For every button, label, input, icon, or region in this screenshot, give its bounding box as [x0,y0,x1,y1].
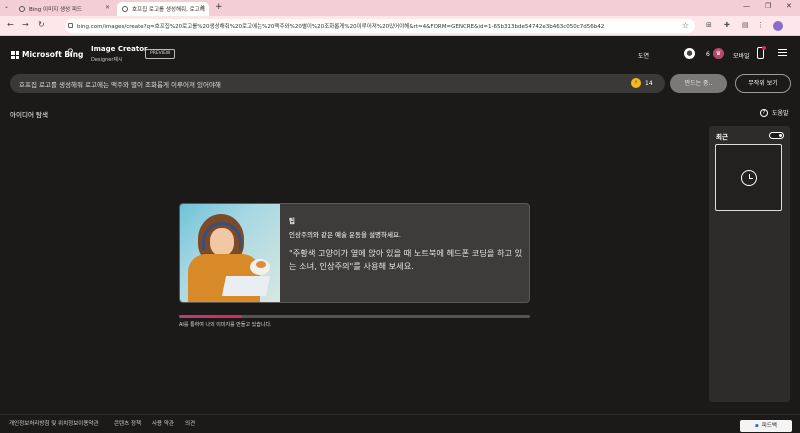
preview-badge: PREVIEW [145,49,176,59]
bookmark-star-icon[interactable]: ☆ [682,21,689,30]
tip-example-image [180,204,280,302]
tab-search-icon[interactable]: ⌄ [4,3,9,10]
brand-name[interactable]: Microsoft Bing [22,50,83,59]
footer-link-terms[interactable]: 사용 약관 [152,419,174,427]
profile-avatar-icon[interactable] [773,21,783,31]
bing-favicon-icon [122,6,128,12]
help-link[interactable]: ? 도움말 [760,108,789,117]
url-text: bing.com/images/create?q=호프집%20로고를%20생성해… [77,24,605,30]
user-name[interactable]: 도연 [638,51,649,60]
tip-subtitle: 인상주의와 같은 예술 운동을 설명하세요. [289,231,401,239]
back-icon[interactable]: ← [7,20,14,29]
tab-label: 호프집 로고를 생성해줘, 로고에 [132,7,205,13]
forward-icon[interactable]: → [22,20,29,29]
minimize-icon[interactable]: — [743,2,750,10]
recent-title: 최근 [716,133,728,141]
more-menu-icon[interactable]: ⋮ [757,21,764,29]
search-icon[interactable]: ⚲ [67,48,74,58]
help-label: 도움말 [772,110,789,117]
close-window-icon[interactable]: ✕ [786,2,792,10]
progress-bar [179,315,530,318]
tip-body: "주황색 고양이가 옆에 앉아 있을 때 노트북에 헤드폰 코딩을 하고 있는 … [289,248,523,271]
mobile-phone-icon[interactable] [757,46,766,59]
user-avatar-icon[interactable]: ● [684,48,695,59]
new-tab-icon[interactable]: + [215,2,223,12]
address-bar-row: ← → ↻ bing.com/images/create?q=호프집%20로고를… [0,16,800,36]
browser-tab-bar: ⌄ Bing 이미지 생성 피드 ✕ 호프집 로고를 생성해줘, 로고에 ✕ +… [0,0,800,16]
tab-label: Bing 이미지 생성 피드 [29,7,82,13]
browser-tab-active[interactable]: 호프집 로고를 생성해줘, 로고에 ✕ [117,2,209,16]
maximize-icon[interactable]: ❐ [765,2,771,10]
mobile-link[interactable]: 모바일 [733,51,750,60]
boost-counter[interactable]: ⚡ 14 [631,78,653,88]
footer-link-feedback[interactable]: 의견 [185,419,195,427]
product-subtitle: Designer제시 [91,57,123,63]
hamburger-menu-icon[interactable] [778,49,787,58]
feedback-button[interactable]: 피드백 [740,420,792,432]
puzzle-icon[interactable]: ✚ [724,21,730,29]
url-input[interactable]: bing.com/images/create?q=호프집%20로고를%20생성해… [65,19,695,33]
close-tab-icon[interactable]: ✕ [105,4,110,11]
help-icon: ? [760,108,768,117]
reload-icon[interactable]: ↻ [38,20,45,29]
recent-toggle[interactable] [769,132,784,139]
surprise-me-button[interactable]: 무작위 보기 [735,74,791,93]
footer-link-content-policy[interactable]: 콘텐츠 정책 [114,419,141,427]
clock-icon [741,170,757,186]
progress-fill [179,315,243,318]
tip-title: 팁 [289,217,295,225]
side-panel-icon[interactable]: ▤ [742,21,749,29]
bing-favicon-icon [19,6,25,12]
prompt-input[interactable]: 호프집 로고를 생성해줘 로고에는 맥주와 별이 조화롭게 이루어져 있어야해 [10,74,665,93]
footer: 개인정보처리방침 및 위치정보이용약관 콘텐츠 정책 사용 약관 의견 피드백 [0,414,800,433]
create-button[interactable]: 만드는 중.. [670,74,727,93]
bing-header: Microsoft Bing ⚲ Image Creator Designer제… [0,36,800,74]
boost-count: 14 [645,79,653,87]
footer-link-privacy[interactable]: 개인정보처리방침 및 위치정보이용약관 [9,419,99,427]
product-title[interactable]: Image Creator [91,45,148,53]
boost-coin-icon: ⚡ [631,78,641,88]
extension-icon[interactable]: ⊞ [706,21,712,29]
site-info-icon[interactable] [68,23,73,28]
recent-pending-item[interactable] [715,144,782,211]
explore-ideas-link[interactable]: 아이디어 탐색 [10,109,48,119]
recent-panel: 최근 [709,126,790,402]
browser-tab-feed[interactable]: Bing 이미지 생성 피드 ✕ [14,2,114,16]
rewards-points[interactable]: 6 [706,51,710,58]
prompt-text: 호프집 로고를 생성해줘 로고에는 맥주와 별이 조화롭게 이루어져 있어야해 [19,80,221,89]
tip-card: 팁 인상주의와 같은 예술 운동을 설명하세요. "주황색 고양이가 옆에 앉아… [179,203,530,303]
rewards-trophy-icon[interactable]: ♛ [713,48,724,59]
close-tab-icon[interactable]: ✕ [200,4,205,11]
microsoft-logo-icon [11,51,19,59]
progress-status: AI를 통하여 나의 이미지를 만들고 있습니다. [179,322,272,328]
